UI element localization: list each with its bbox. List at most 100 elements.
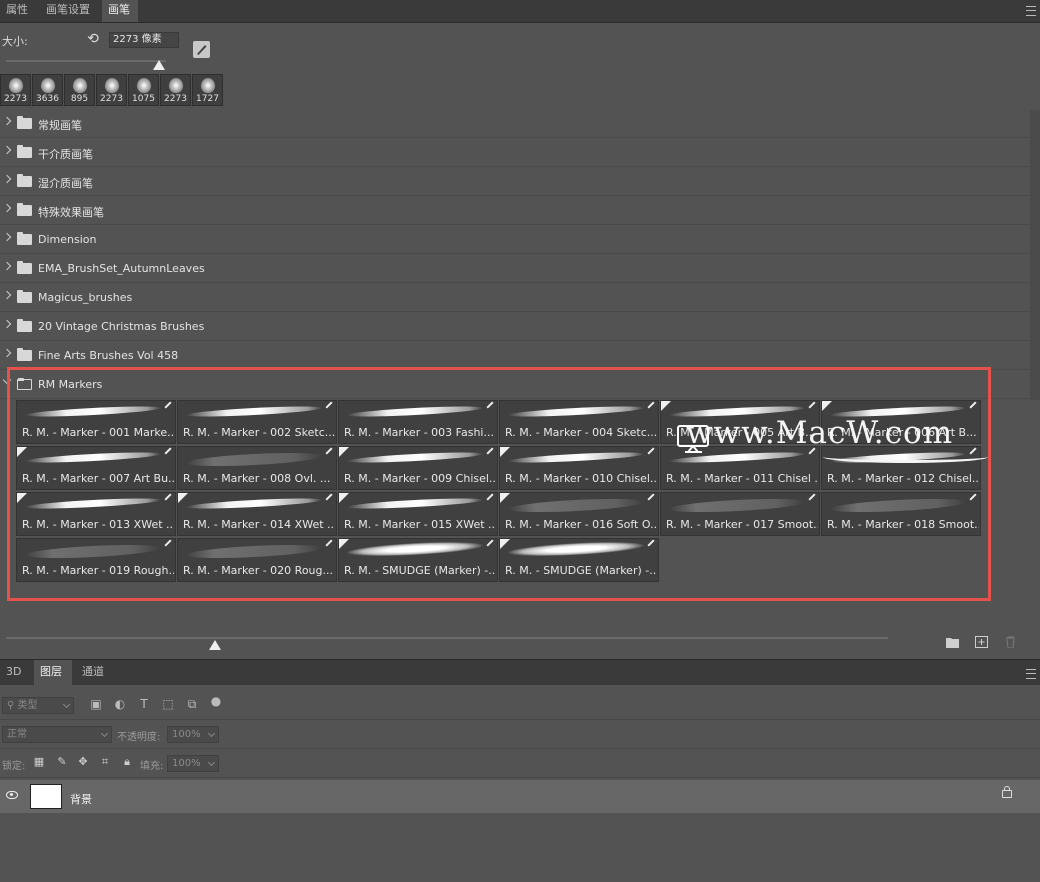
recent-brush-size: 3636	[36, 94, 59, 104]
brush-group-label: 特殊效果画笔	[38, 206, 104, 219]
brush-tip-icon	[105, 78, 119, 93]
filter-row: ⚲ 类型	[0, 690, 1040, 720]
lock-move-icon[interactable]: ✥	[77, 756, 89, 768]
filter-text-icon[interactable]: T	[138, 698, 150, 710]
size-input[interactable]: 2273 像素	[109, 32, 179, 48]
brush-group-label: Magicus_brushes	[38, 291, 133, 304]
trash-icon[interactable]	[1004, 636, 1017, 648]
layer-row-background[interactable]	[0, 780, 1040, 813]
recent-brush[interactable]: 2273	[96, 74, 127, 106]
chevron-right-icon[interactable]	[2, 232, 12, 242]
filter-type-label: 类型	[17, 700, 38, 711]
brush-group[interactable]: 20 Vintage Christmas Brushes	[0, 313, 1030, 341]
size-slider-thumb[interactable]	[153, 60, 165, 70]
brush-tip-icon	[169, 78, 183, 93]
brush-group[interactable]: Magicus_brushes	[0, 284, 1030, 312]
highlight-frame	[7, 367, 991, 601]
tab-brushes[interactable]: 画笔	[102, 0, 138, 22]
recent-brush[interactable]: 2273	[160, 74, 191, 106]
brush-group-label: 常规画笔	[38, 119, 82, 132]
filter-adjust-icon[interactable]: ◐	[114, 698, 126, 710]
brush-group[interactable]: 湿介质画笔	[0, 168, 1030, 196]
brush-tip-icon	[9, 78, 23, 93]
folder-icon	[17, 348, 32, 361]
chevron-right-icon[interactable]	[2, 174, 12, 184]
scrollbar[interactable]	[1030, 110, 1040, 400]
thumbnail-size-slider[interactable]	[6, 637, 888, 639]
brush-panel-tabbar: 属性 画笔设置 画笔	[0, 0, 1040, 23]
new-brush-icon[interactable]	[975, 636, 988, 648]
chevron-right-icon[interactable]	[2, 261, 12, 271]
brush-tip-icon	[73, 78, 87, 93]
brush-group-list: 常规画笔干介质画笔湿介质画笔特殊效果画笔 Dimension EMA_BrushSe…	[0, 110, 1030, 400]
lock-label: 锁定:	[2, 761, 26, 772]
fill-label: 填充:	[140, 761, 164, 772]
blend-mode-value: 正常	[7, 729, 27, 740]
filter-smart-icon[interactable]: ⧉	[186, 698, 198, 710]
tab-properties[interactable]: 属性	[0, 0, 36, 22]
new-group-icon[interactable]	[946, 636, 959, 648]
folder-icon	[17, 203, 32, 216]
chevron-right-icon[interactable]	[2, 319, 12, 329]
lock-row: 锁定: 填充: 100%	[0, 749, 1040, 778]
brush-group-label: Dimension	[38, 233, 97, 246]
chevron-right-icon[interactable]	[2, 145, 12, 155]
visibility-eye-icon[interactable]	[6, 791, 18, 799]
brush-group[interactable]: Dimension	[0, 226, 1030, 254]
brush-group-label: Fine Arts Brushes Vol 458	[38, 349, 179, 362]
fill-input[interactable]: 100%	[167, 755, 219, 772]
recent-brush[interactable]: 3636	[32, 74, 63, 106]
brush-group-label: 湿介质画笔	[38, 177, 93, 190]
reset-size-icon[interactable]: ⟲	[85, 31, 101, 47]
filter-toggle-icon[interactable]: ●	[210, 695, 222, 707]
brush-settings-icon[interactable]	[193, 41, 210, 58]
layer-name[interactable]: 背景	[70, 791, 92, 807]
size-slider[interactable]	[6, 60, 166, 62]
chevron-right-icon[interactable]	[2, 203, 12, 213]
layers-panel-tabbar: 3D 图层 通道	[0, 659, 1040, 685]
lock-artboard-icon[interactable]: ⌗	[99, 756, 111, 768]
lock-all-icon[interactable]: 🔒︎	[121, 756, 133, 768]
recent-brush-size: 2273	[4, 94, 27, 104]
recent-brush-size: 1075	[132, 94, 155, 104]
brush-group[interactable]: Fine Arts Brushes Vol 458	[0, 342, 1030, 370]
filter-shape-icon[interactable]: ⬚	[162, 698, 174, 710]
recent-brush-size: 2273	[164, 94, 187, 104]
folder-icon	[17, 319, 32, 332]
filter-pixel-icon[interactable]: ▣	[90, 698, 102, 710]
recent-brush-size: 1727	[196, 94, 219, 104]
thumbnail-size-thumb[interactable]	[209, 640, 221, 650]
lock-paint-icon[interactable]: ✎	[56, 756, 68, 768]
folder-icon	[17, 290, 32, 303]
folder-icon	[17, 232, 32, 245]
brush-group-label: 干介质画笔	[38, 148, 93, 161]
chevron-right-icon[interactable]	[2, 290, 12, 300]
blend-row: 正常 不透明度: 100%	[0, 720, 1040, 749]
recent-brush[interactable]: 1075	[128, 74, 159, 106]
tab-3d[interactable]: 3D	[0, 660, 30, 685]
lock-transparency-icon[interactable]: ▦	[33, 756, 45, 768]
folder-icon	[17, 261, 32, 274]
panel-menu-icon[interactable]	[1026, 6, 1036, 16]
filter-type-select[interactable]: ⚲ 类型	[2, 697, 74, 714]
tab-brush-settings[interactable]: 画笔设置	[40, 0, 102, 22]
brush-group[interactable]: 干介质画笔	[0, 139, 1030, 167]
brush-group[interactable]: 特殊效果画笔	[0, 197, 1030, 225]
recent-brush[interactable]: 895	[64, 74, 95, 106]
brush-tip-icon	[201, 78, 215, 93]
watermark-swoosh	[823, 451, 988, 463]
chevron-right-icon[interactable]	[2, 116, 12, 126]
brush-group[interactable]: EMA_BrushSet_AutumnLeaves	[0, 255, 1030, 283]
chevron-right-icon[interactable]	[2, 348, 12, 358]
recent-brush[interactable]: 2273	[0, 74, 31, 106]
tab-channels[interactable]: 通道	[76, 660, 112, 685]
layer-lock-icon[interactable]	[1002, 786, 1012, 798]
folder-icon	[17, 174, 32, 187]
layers-menu-icon[interactable]	[1026, 669, 1036, 679]
recent-brush[interactable]: 1727	[192, 74, 223, 106]
layer-thumbnail[interactable]	[30, 784, 62, 809]
blend-mode-select[interactable]: 正常	[2, 726, 112, 743]
tab-layers[interactable]: 图层	[34, 660, 72, 685]
opacity-input[interactable]: 100%	[167, 726, 219, 743]
brush-group[interactable]: 常规画笔	[0, 110, 1030, 138]
